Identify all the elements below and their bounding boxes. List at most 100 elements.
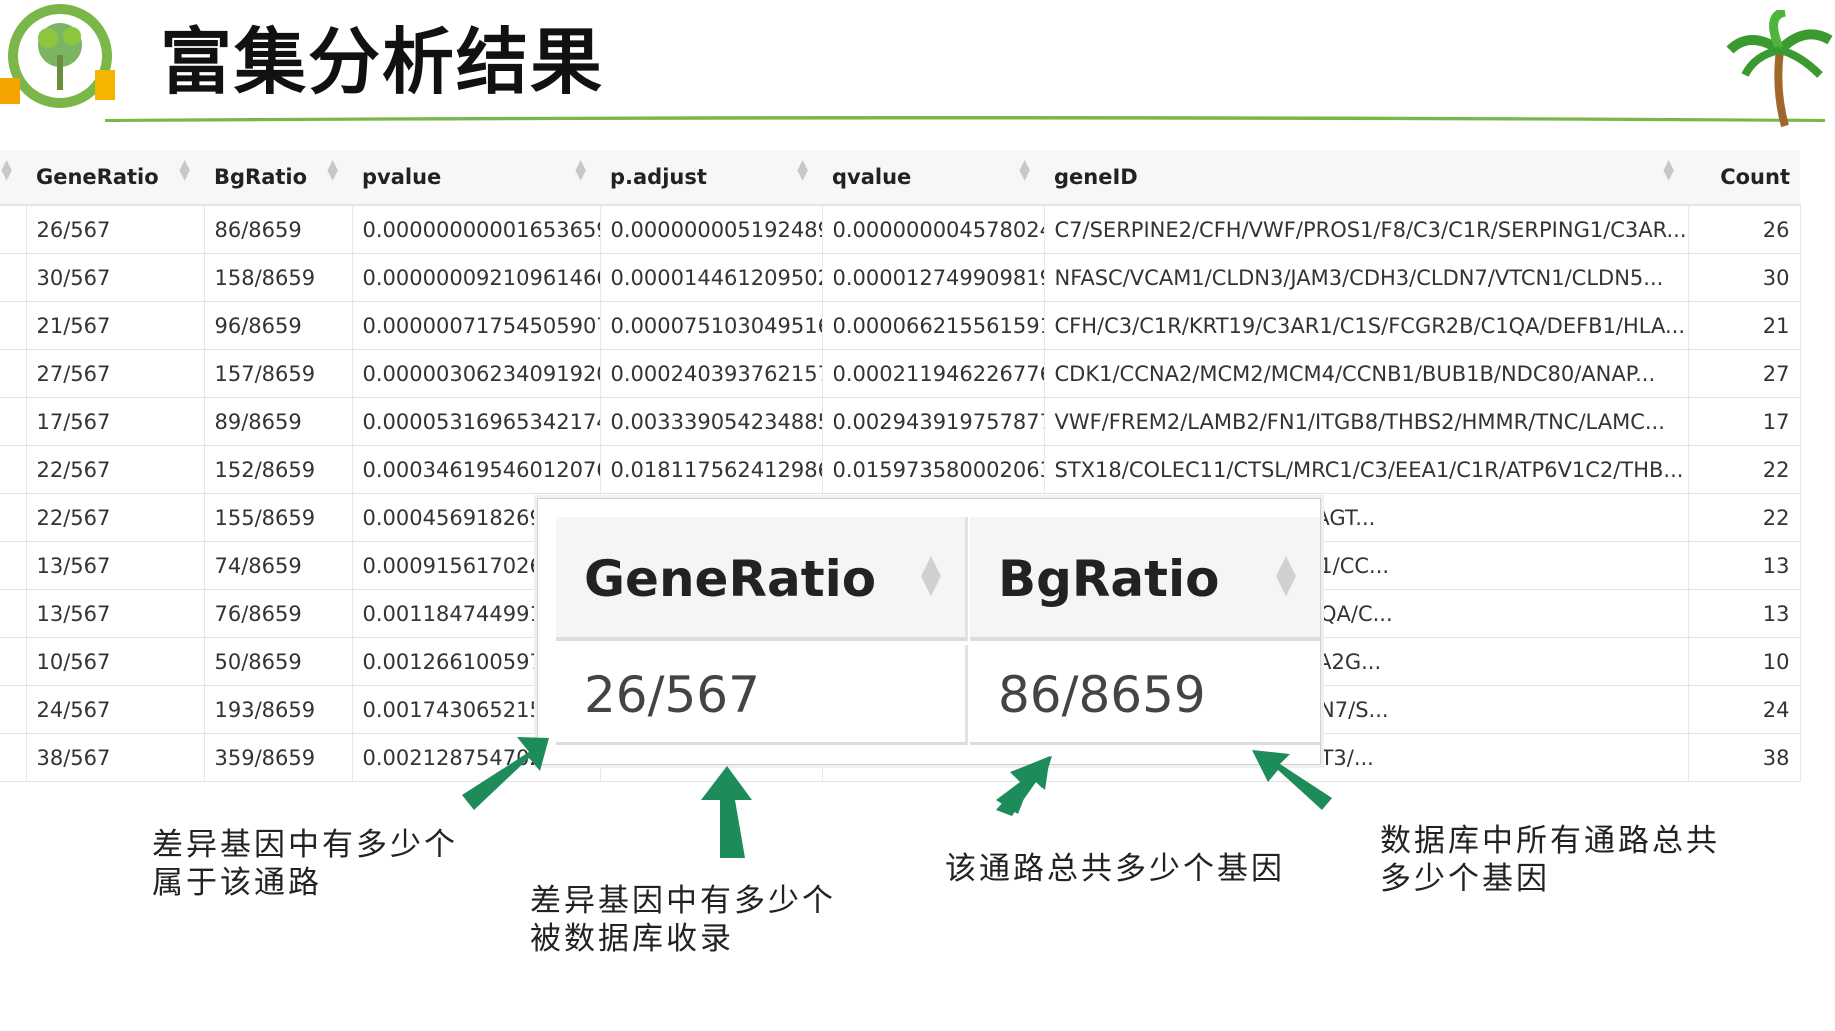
zoom-cell-bgratio: 86/8659 [970, 645, 1320, 745]
cell-count: 10 [1688, 637, 1801, 686]
cell-generatio: 21/567 [26, 301, 205, 350]
cell-pvalue: 0.00000071754505907 [352, 301, 601, 350]
cell-pvalue: 0.00000009210961466 [352, 253, 601, 302]
cell-count: 22 [1688, 445, 1801, 494]
note-bgratio-denominator: 数据库中所有通路总共 多少个基因 [1380, 822, 1720, 898]
cell-generatio: 30/567 [26, 253, 205, 302]
logo-icon [0, 4, 115, 108]
cell-qvalue: 0.000211946226776 [822, 349, 1045, 398]
cell-pvalue: 0.00000306234091920 [352, 349, 601, 398]
cell-generatio: 24/567 [26, 685, 205, 734]
cell-generatio: 13/567 [26, 589, 205, 638]
column-header-padjust[interactable]: p.adjust ▲ ▼ [600, 150, 822, 206]
note-bgratio-numerator: 该通路总共多少个基因 [945, 850, 1285, 888]
cell-qvalue: 0.002943919757877 [822, 397, 1045, 446]
cell-generatio: 22/567 [26, 445, 205, 494]
cell-bgratio: 89/8659 [204, 397, 353, 446]
column-header-rowname[interactable]: ▲ ▼ [0, 150, 26, 206]
cell-count: 38 [1688, 733, 1801, 782]
sort-icon: ▲ ▼ [921, 550, 941, 600]
table-row: 17/567 89/8659 0.00005316965342174 0.003339… [0, 397, 1801, 446]
cell-generatio: 38/567 [26, 733, 205, 782]
note-generatio-numerator: 差异基因中有多少个 属于该通路 [152, 826, 458, 902]
column-header-qvalue[interactable]: qvalue ▲ ▼ [822, 150, 1044, 206]
cell-bgratio: 193/8659 [204, 685, 353, 734]
row-name-cell [0, 253, 27, 302]
cell-generatio: 26/567 [26, 205, 205, 254]
cell-count: 27 [1688, 349, 1801, 398]
column-header-geneid[interactable]: geneID ▲ ▼ [1044, 150, 1688, 206]
cell-bgratio: 50/8659 [204, 637, 353, 686]
row-name-cell [0, 541, 27, 590]
sort-icon[interactable]: ▲ ▼ [797, 158, 808, 182]
cell-bgratio: 157/8659 [204, 349, 353, 398]
cell-generatio: 27/567 [26, 349, 205, 398]
cell-geneid: VWF/FREM2/LAMB2/FN1/ITGB8/THBS2/HMMR/TNC… [1044, 397, 1689, 446]
cell-qvalue: 0.000012749909819 [822, 253, 1045, 302]
cell-count: 30 [1688, 253, 1801, 302]
cell-pvalue: 0.00000000001653659 [352, 205, 601, 254]
cell-bgratio: 158/8659 [204, 253, 353, 302]
note-line: 被数据库收录 [530, 921, 734, 957]
zoom-header-bgratio: BgRatio ▲ ▼ [970, 517, 1320, 641]
cell-padjust: 0.003339054234885 [600, 397, 823, 446]
cell-pvalue: 0.00005316965342174 [352, 397, 601, 446]
column-header-generatio[interactable]: GeneRatio ▲ ▼ [26, 150, 204, 206]
sort-icon[interactable]: ▲ ▼ [179, 158, 190, 182]
cell-bgratio: 359/8659 [204, 733, 353, 782]
cell-count: 22 [1688, 493, 1801, 542]
cell-generatio: 13/567 [26, 541, 205, 590]
cell-geneid: CFH/C3/C1R/KRT19/C3AR1/C1S/FCGR2B/C1QA/D… [1044, 301, 1689, 350]
cell-count: 21 [1688, 301, 1801, 350]
note-line: 该通路总共多少个基因 [945, 851, 1285, 887]
title-underline [105, 116, 1825, 122]
row-name-cell [0, 397, 27, 446]
sort-icon[interactable]: ▲ ▼ [1019, 158, 1030, 182]
cell-bgratio: 74/8659 [204, 541, 353, 590]
cell-count: 17 [1688, 397, 1801, 446]
cell-generatio: 22/567 [26, 493, 205, 542]
cell-padjust: 0.000000005192489 [600, 205, 823, 254]
column-header-bgratio[interactable]: BgRatio ▲ ▼ [204, 150, 352, 206]
cell-bgratio: 155/8659 [204, 493, 353, 542]
sort-icon[interactable]: ▲ ▼ [327, 158, 338, 182]
column-header-count[interactable]: Count [1688, 150, 1800, 206]
cell-generatio: 17/567 [26, 397, 205, 446]
cell-geneid: NFASC/VCAM1/CLDN3/JAM3/CDH3/CLDN7/VTCN1/… [1044, 253, 1689, 302]
cell-bgratio: 96/8659 [204, 301, 353, 350]
palm-tree-icon [1726, 10, 1833, 128]
table-row: 21/567 96/8659 0.00000071754505907 0.000075… [0, 301, 1801, 350]
row-name-cell [0, 349, 27, 398]
cell-bgratio: 152/8659 [204, 445, 353, 494]
sort-icon[interactable]: ▲ ▼ [575, 158, 586, 182]
row-name-cell [0, 493, 27, 542]
note-line: 数据库中所有通路总共 [1380, 823, 1720, 859]
cell-count: 13 [1688, 589, 1801, 638]
cell-count: 24 [1688, 685, 1801, 734]
table-row: 22/567 152/8659 0.00034619546012076 0.01811… [0, 445, 1801, 494]
cell-geneid: CDK1/CCNA2/MCM2/MCM4/CCNB1/BUB1B/NDC80/A… [1044, 349, 1689, 398]
sort-icon[interactable]: ▲ ▼ [1, 158, 12, 182]
zoom-callout: GeneRatio ▲ ▼ BgRatio ▲ ▼ 26/567 86/8659 [537, 498, 1321, 765]
zoom-header-generatio: GeneRatio ▲ ▼ [556, 517, 968, 641]
row-name-cell [0, 205, 27, 254]
table-row: 30/567 158/8659 0.00000009210961466 0.00001… [0, 253, 1801, 302]
zoom-cell-generatio: 26/567 [556, 645, 968, 745]
cell-qvalue: 0.000000004578024 [822, 205, 1045, 254]
row-name-cell [0, 301, 27, 350]
cell-bgratio: 76/8659 [204, 589, 353, 638]
row-name-cell [0, 445, 27, 494]
note-line: 属于该通路 [152, 865, 322, 901]
cell-padjust: 0.000240393762157 [600, 349, 823, 398]
row-name-cell [0, 685, 27, 734]
note-line: 差异基因中有多少个 [530, 883, 836, 919]
note-generatio-denominator: 差异基因中有多少个 被数据库收录 [530, 882, 836, 958]
table-row: 26/567 86/8659 0.00000000001653659 0.000000… [0, 205, 1801, 254]
cell-geneid: C7/SERPINE2/CFH/VWF/PROS1/F8/C3/C1R/SERP… [1044, 205, 1689, 254]
row-name-cell [0, 589, 27, 638]
sort-icon[interactable]: ▲ ▼ [1663, 158, 1674, 182]
page-title: 富集分析结果 [160, 20, 605, 104]
column-header-pvalue[interactable]: pvalue ▲ ▼ [352, 150, 600, 206]
cell-count: 26 [1688, 205, 1801, 254]
row-name-cell [0, 733, 27, 782]
